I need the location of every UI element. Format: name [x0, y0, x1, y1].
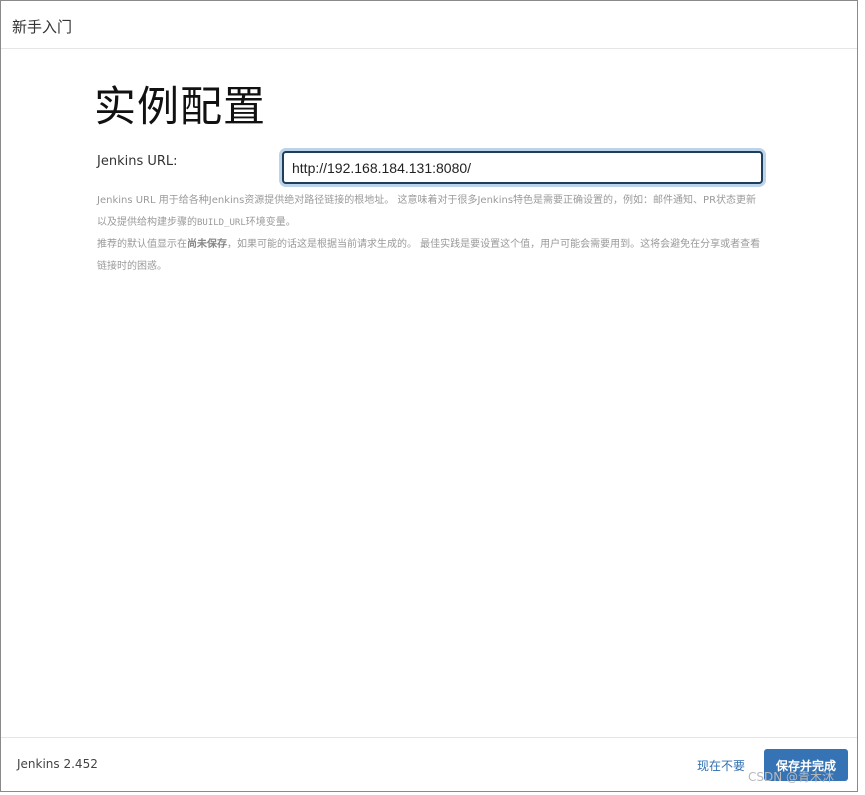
not-saved-emphasis: 尚未保存	[187, 239, 227, 250]
help-paragraph-1: Jenkins URL 用于给各种Jenkins资源提供绝对路径链接的根地址。 …	[97, 195, 757, 228]
save-and-finish-button[interactable]: 保存并完成	[764, 749, 848, 781]
dialog-title: 新手入门	[12, 18, 73, 36]
page-title: 实例配置	[94, 82, 267, 131]
help-paragraph-2: 推荐的默认值显示在尚未保存，如果可能的话这是根据当前请求生成的。 最佳实践是要设…	[97, 239, 761, 272]
jenkins-url-label: Jenkins URL:	[97, 154, 178, 169]
jenkins-url-input[interactable]	[282, 151, 763, 184]
not-now-link[interactable]: 现在不要	[697, 757, 745, 774]
dialog-footer: Jenkins 2.452 现在不要 保存并完成	[1, 737, 857, 791]
help-text: Jenkins URL 用于给各种Jenkins资源提供绝对路径链接的根地址。 …	[97, 190, 761, 278]
dialog-header: 新手入门	[1, 1, 857, 49]
setup-wizard-dialog: 新手入门 实例配置 Jenkins URL: Jenkins URL 用于给各种…	[0, 0, 858, 792]
jenkins-version: Jenkins 2.452	[17, 757, 98, 771]
build-url-code: BUILD_URL	[197, 218, 246, 228]
